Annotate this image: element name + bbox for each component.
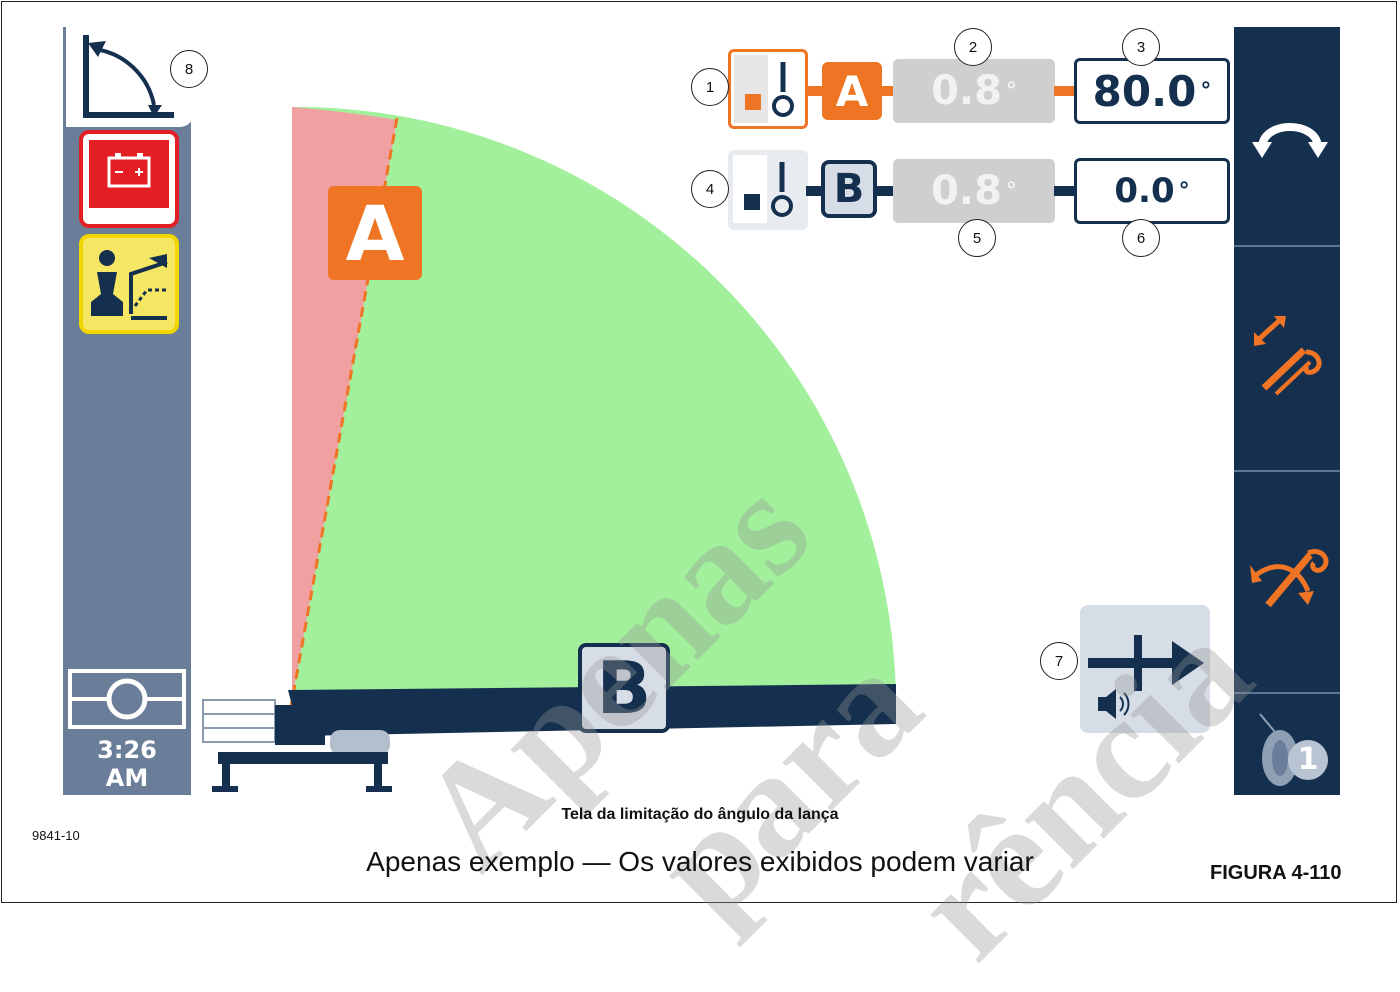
callout-8: 8 xyxy=(170,50,208,88)
winch-number: 1 xyxy=(1297,742,1319,777)
limit-b-toggle[interactable] xyxy=(728,150,808,230)
figure-subtitle: Apenas exemplo — Os valores exibidos pod… xyxy=(366,846,1034,877)
limit-b-setpoint-input[interactable]: 0.0 ° xyxy=(1074,158,1230,224)
callout-6: 6 xyxy=(1122,219,1160,257)
telescope-button[interactable] xyxy=(1250,310,1330,400)
operator-joystick-icon xyxy=(91,250,168,320)
crane-level-icon xyxy=(68,669,186,729)
callout-7: 7 xyxy=(1040,642,1078,680)
limit-a-setpoint-input[interactable]: 80.0 ° xyxy=(1074,58,1230,124)
telescope-icon xyxy=(1254,316,1322,396)
callout-2: 2 xyxy=(954,28,992,66)
boom-angle-diagram xyxy=(202,106,896,792)
limit-a-label: A xyxy=(822,62,882,120)
switch-off-icon xyxy=(733,155,793,223)
callout-5: 5 xyxy=(958,219,996,257)
swing-button[interactable] xyxy=(1250,100,1330,180)
limit-a-current-angle: 0.8 ° xyxy=(893,59,1055,123)
alarm-confirm-button[interactable] xyxy=(1080,605,1210,733)
limit-b-current-angle: 0.8 ° xyxy=(893,159,1055,223)
boom-lift-button[interactable] xyxy=(1248,525,1334,620)
switch-on-icon xyxy=(734,55,794,123)
crane-level-button[interactable] xyxy=(66,665,188,735)
figure-code: 9841-10 xyxy=(32,828,80,843)
callout-1: 1 xyxy=(691,68,729,106)
figure-label: FIGURA 4-110 xyxy=(1210,862,1342,884)
operator-joystick-button[interactable] xyxy=(79,234,179,334)
clock-meridiem: AM xyxy=(105,764,149,792)
winch-1-button[interactable]: 1 xyxy=(1250,710,1330,790)
limit-b-label: B xyxy=(821,160,877,218)
arrow-right-horn-icon xyxy=(1088,635,1204,719)
callout-4: 4 xyxy=(691,170,729,208)
swing-icon xyxy=(1252,123,1328,158)
clock-time: 3:26 xyxy=(97,736,157,764)
limit-a-toggle[interactable] xyxy=(728,49,808,129)
boom-lift-icon xyxy=(1250,549,1329,608)
zone-a-badge: A xyxy=(328,186,422,280)
zone-b-badge: B xyxy=(578,643,670,733)
figure-title: Tela da limitação do ângulo da lança xyxy=(561,806,839,823)
callout-3: 3 xyxy=(1122,28,1160,66)
battery-warning-icon xyxy=(89,140,169,208)
battery-warning-button[interactable] xyxy=(79,130,179,228)
